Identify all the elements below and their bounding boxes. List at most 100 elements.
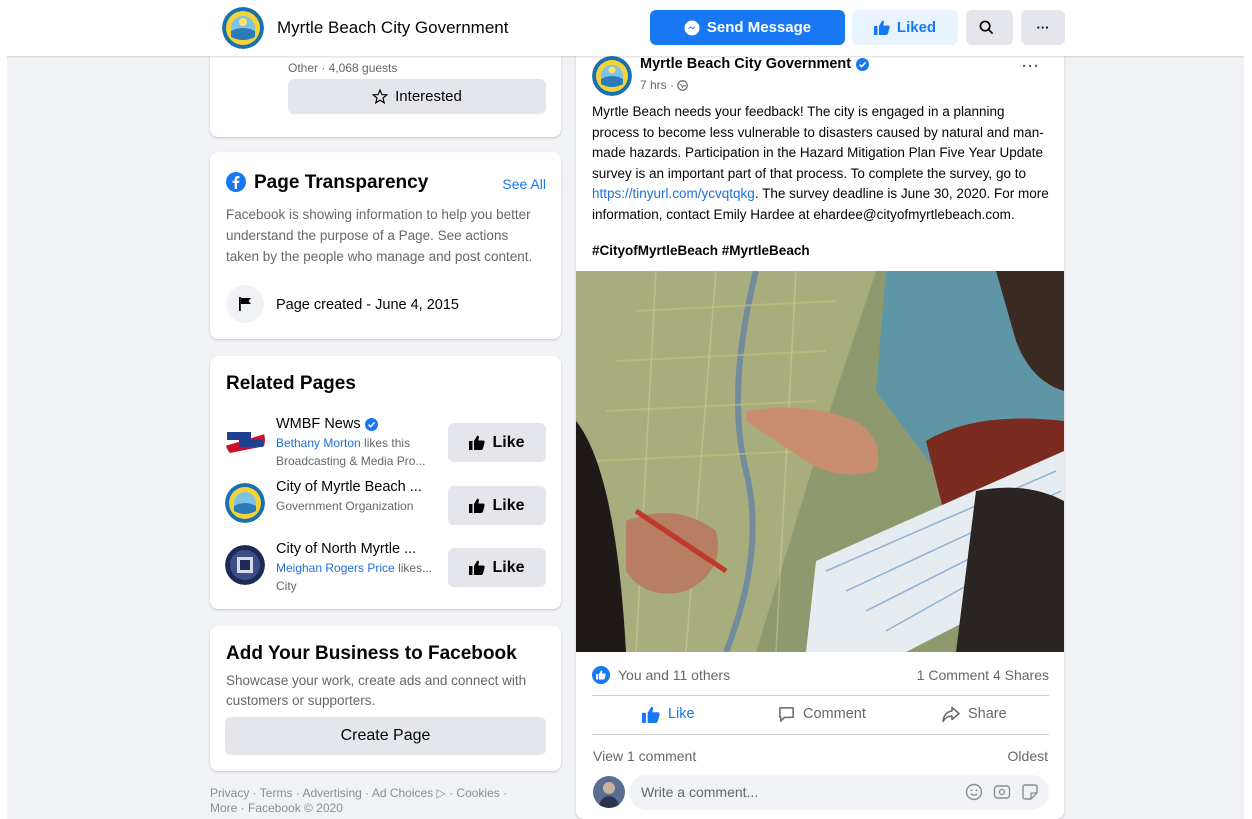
likes-suffix: likes... <box>394 561 433 575</box>
likes-suffix: likes this <box>360 436 411 450</box>
post-author-avatar[interactable] <box>592 56 632 96</box>
footer-links: Privacy · Terms · Advertising · Ad Choic… <box>210 786 561 816</box>
see-all-link[interactable]: See All <box>502 176 546 192</box>
flag-icon-wrap <box>226 285 264 323</box>
wmbf-news-logo[interactable] <box>225 420 265 460</box>
transparency-description: Facebook is showing information to help … <box>226 207 533 264</box>
reactions-summary[interactable]: You and 11 others <box>592 666 730 684</box>
post-card: Myrtle Beach City Government 7 hrs · ···… <box>576 40 1064 819</box>
comment-action-label: Comment <box>803 706 866 722</box>
share-icon <box>942 706 960 722</box>
page-profile-logo[interactable] <box>222 7 264 49</box>
post-timestamp[interactable]: 7 hrs · <box>640 78 688 92</box>
gif-icon[interactable] <box>993 783 1011 801</box>
comment-input-wrap <box>629 775 1049 810</box>
post-more-options-icon[interactable]: ··· <box>1022 58 1040 75</box>
friend-likes-text: Meighan Rogers Price likes... <box>276 561 432 575</box>
add-business-card: Add Your Business to Facebook Showcase y… <box>210 626 561 771</box>
page-category: Broadcasting & Media Pro... <box>276 454 426 468</box>
page-category: City <box>276 579 297 593</box>
comment-action-button[interactable]: Comment <box>778 696 866 732</box>
comment-share-counts[interactable]: 1 Comment 4 Shares <box>917 667 1049 683</box>
comment-input[interactable] <box>641 784 941 800</box>
related-page-item[interactable]: City of North Myrtle ... Meighan Rogers … <box>210 541 561 601</box>
related-page-name[interactable]: WMBF News <box>276 416 378 432</box>
related-pages-card: Related Pages WMBF News Bethany Morton l… <box>210 356 561 609</box>
send-message-label: Send Message <box>706 19 812 36</box>
related-pages-title: Related Pages <box>226 373 356 394</box>
verified-badge-icon <box>856 57 870 71</box>
verified-badge-icon <box>364 417 378 431</box>
related-page-item[interactable]: WMBF News Bethany Morton likes this Broa… <box>210 416 561 476</box>
search-button[interactable] <box>966 10 1013 45</box>
like-page-button[interactable]: Like <box>448 486 546 525</box>
actions-divider-bottom <box>592 734 1049 735</box>
north-myrtle-logo[interactable] <box>225 545 265 585</box>
flag-icon <box>239 297 251 311</box>
search-icon <box>979 20 993 35</box>
thumbs-up-icon <box>873 20 890 35</box>
comment-icon <box>779 706 794 722</box>
post-text-part: Myrtle Beach needs your feedback! The ci… <box>592 104 1044 181</box>
post-stats: You and 11 others 1 Comment 4 Shares <box>592 664 1049 686</box>
post-body-text: Myrtle Beach needs your feedback! The ci… <box>592 102 1050 225</box>
post-time-text: 7 hrs · <box>640 78 675 92</box>
page-created-date: Page created - June 4, 2015 <box>276 297 459 313</box>
sticker-icon[interactable] <box>1021 783 1039 801</box>
user-avatar[interactable] <box>593 776 625 808</box>
like-action-label: Like <box>668 706 695 722</box>
friend-name-link[interactable]: Bethany Morton <box>276 436 361 450</box>
like-label: Like <box>492 433 525 451</box>
left-edge <box>0 0 7 819</box>
thumbs-up-icon <box>469 498 486 513</box>
related-page-item[interactable]: City of Myrtle Beach ... Government Orga… <box>210 479 561 539</box>
like-reaction-icon <box>592 666 610 684</box>
send-message-button[interactable]: Send Message <box>650 10 845 45</box>
emoji-icon[interactable] <box>965 783 983 801</box>
page-category: Government Organization <box>276 499 414 513</box>
add-business-description: Showcase your work, create ads and conne… <box>226 673 527 708</box>
like-action-button[interactable]: Like <box>642 696 695 732</box>
related-page-name[interactable]: City of North Myrtle ... <box>276 541 416 557</box>
reactions-text: You and 11 others <box>618 667 731 683</box>
share-action-button[interactable]: Share <box>942 696 1007 732</box>
facebook-icon <box>226 172 246 192</box>
page-transparency-title: Page Transparency <box>254 172 429 193</box>
messenger-icon <box>684 20 700 35</box>
globe-icon <box>677 79 688 91</box>
view-comments-link[interactable]: View 1 comment <box>593 748 696 764</box>
friend-likes-text: Bethany Morton likes this <box>276 436 410 450</box>
comment-sort-selector[interactable]: Oldest <box>1008 748 1048 764</box>
interested-label: Interested <box>395 88 462 105</box>
liked-label: Liked <box>896 19 937 36</box>
post-author-text: Myrtle Beach City Government <box>640 56 852 72</box>
related-page-name[interactable]: City of Myrtle Beach ... <box>276 479 422 495</box>
thumbs-up-icon <box>642 706 660 723</box>
more-options-button[interactable]: ··· <box>1021 10 1065 45</box>
friend-name-link[interactable]: Meighan Rogers Price <box>276 561 395 575</box>
post-author-name[interactable]: Myrtle Beach City Government <box>640 56 870 72</box>
like-page-button[interactable]: Like <box>448 423 546 462</box>
footer-line-2[interactable]: More · Facebook © 2020 <box>210 801 561 816</box>
share-action-label: Share <box>968 706 1007 722</box>
related-page-name-text: WMBF News <box>276 416 361 432</box>
liked-button[interactable]: Liked <box>852 10 958 45</box>
add-business-title: Add Your Business to Facebook <box>226 643 517 664</box>
thumbs-up-icon <box>469 560 486 575</box>
page-title[interactable]: Myrtle Beach City Government <box>277 18 508 38</box>
post-photo[interactable] <box>576 271 1064 652</box>
page-transparency-card: Page Transparency See All Facebook is sh… <box>210 152 561 339</box>
footer-line-1[interactable]: Privacy · Terms · Advertising · Ad Choic… <box>210 786 561 801</box>
more-dots-icon: ··· <box>1036 20 1050 35</box>
like-label: Like <box>492 496 525 514</box>
post-hashtags[interactable]: #CityofMyrtleBeach #MyrtleBeach <box>592 243 810 258</box>
like-page-button[interactable]: Like <box>448 548 546 587</box>
star-icon <box>372 89 389 104</box>
city-seal-logo[interactable] <box>225 483 265 523</box>
page-header-bar: Myrtle Beach City Government Send Messag… <box>0 0 1252 56</box>
thumbs-up-icon <box>469 435 486 450</box>
survey-link[interactable]: https://tinyurl.com/ycvqtqkg <box>592 186 755 201</box>
interested-button[interactable]: Interested <box>288 79 546 114</box>
like-label: Like <box>492 558 525 576</box>
create-page-button[interactable]: Create Page <box>225 717 546 755</box>
